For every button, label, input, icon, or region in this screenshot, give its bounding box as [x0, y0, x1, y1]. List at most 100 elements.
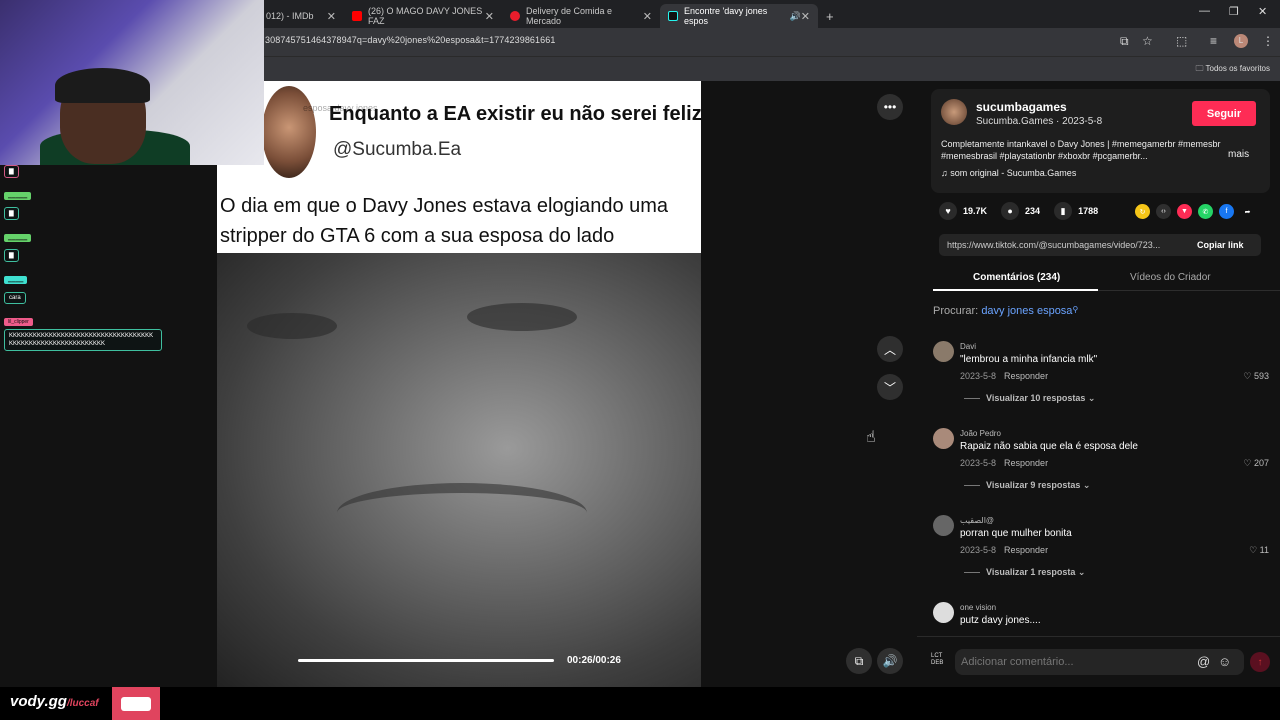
copy-link-button[interactable]: Copiar link [1197, 240, 1244, 250]
mention-icon[interactable]: @ [1197, 654, 1210, 669]
share-buttons: ↻ ‹› ▼ ✆ f ➦ [1135, 204, 1261, 219]
maximize-icon[interactable]: ❐ [1229, 5, 1239, 18]
comment-text: porran que mulher bonita [960, 528, 1072, 539]
tab-youtube[interactable]: (26) O MAGO DAVY JONES FAZ ✕ [344, 4, 502, 28]
tab-creator-videos[interactable]: Vídeos do Criador [1130, 272, 1211, 283]
chat-message: lil_clipper KKKKKKKKKKKKKKKKKKKKKKKKKKKK… [4, 310, 164, 351]
more-options-button[interactable]: ••• [877, 94, 903, 120]
video-frame-image [217, 253, 701, 687]
pip-button[interactable]: ⧉ [846, 648, 872, 674]
user-avatar-logo: LCT DEB [931, 653, 944, 666]
close-icon[interactable]: ✕ [801, 10, 810, 23]
video-player[interactable]: esposa davy jones Enquanto a EA existir … [217, 81, 701, 687]
author-username[interactable]: sucumbagames [976, 100, 1067, 114]
chat-user: lil_clipper [4, 318, 33, 326]
tab-tiktok[interactable]: Encontre 'davy jones espos 🔊 ✕ [660, 4, 818, 28]
comment-like-button[interactable]: ♡ 207 [1243, 458, 1269, 469]
new-tab-button[interactable]: + [818, 4, 840, 28]
reply-button[interactable]: Responder [1004, 545, 1048, 555]
comment-user[interactable]: João Pedro [960, 429, 1001, 438]
volume-button[interactable]: 🔊 [877, 648, 903, 674]
view-replies-button[interactable]: Visualizar 9 respostas ⌄ [964, 480, 1090, 491]
engagement-stats: ♥ 19.7K ● 234 ▮ 1788 [939, 202, 1112, 220]
chat-message: ▁▁▁▁▁ ▇ [4, 226, 164, 262]
comments-sidebar: sucumbagames Sucumba.Games · 2023-5-8 Se… [917, 81, 1280, 687]
chat-text: ▇ [4, 207, 19, 220]
comment-avatar[interactable] [933, 428, 954, 449]
sidebar-tabs: Comentários (234) Vídeos do Criador [933, 265, 1280, 291]
chat-user: ▁▁▁▁▁ [4, 234, 32, 242]
all-bookmarks-button[interactable]: 🗀 Todos os favoritos [1195, 63, 1270, 77]
install-app-icon[interactable]: ⧉ [1120, 34, 1129, 49]
view-replies-button[interactable]: Visualizar 10 respostas ⌄ [964, 393, 1095, 404]
send-comment-button[interactable]: ↑ [1250, 652, 1270, 672]
ifood-icon [510, 11, 520, 21]
tab-title: (26) O MAGO DAVY JONES FAZ [368, 6, 483, 26]
share-link-box: https://www.tiktok.com/@sucumbagames/vid… [939, 234, 1261, 256]
tab-title: 012) - IMDb [266, 11, 314, 21]
music-link[interactable]: ♫ som original - Sucumba.Games [941, 168, 1076, 178]
speaker-icon[interactable]: 🔊 [790, 11, 801, 22]
comment-user[interactable]: Davi [960, 342, 976, 351]
repost-icon[interactable]: ↻ [1135, 204, 1150, 219]
tab-comments[interactable]: Comentários (234) [973, 272, 1060, 283]
comment-like-count: 11 [1259, 545, 1269, 555]
comment-like-button[interactable]: ♡ 11 [1249, 545, 1269, 556]
chat-text: ▇ [4, 165, 19, 178]
stream-chat-overlay: ▇ ▁▁▁▁▁ ▇ ▁▁▁▁▁ ▇ ▁▁▁▁ cara lil_clipper … [4, 160, 164, 357]
next-video-button[interactable]: ﹀ [877, 374, 903, 400]
close-icon[interactable]: ✕ [485, 10, 494, 23]
view-replies-button[interactable]: Visualizar 1 resposta ⌄ [964, 567, 1085, 578]
send-icon[interactable]: ▼ [1177, 204, 1192, 219]
like-button[interactable]: ♥ 19.7K [939, 202, 987, 220]
comment-avatar[interactable] [933, 515, 954, 536]
author-card: sucumbagames Sucumba.Games · 2023-5-8 Se… [931, 89, 1270, 193]
chat-user: ▁▁▁▁▁ [4, 192, 32, 200]
url-text[interactable]: 308745751464378947q=davy%20jones%20espos… [265, 35, 555, 45]
brand-suffix: /luccaf [66, 698, 99, 709]
comment-user[interactable]: one vision [960, 603, 996, 612]
share-arrow-icon[interactable]: ➦ [1240, 204, 1255, 219]
tab-imdb[interactable]: 012) - IMDb ✕ [258, 4, 344, 28]
save-button[interactable]: ▮ 1788 [1054, 202, 1098, 220]
comment-search: Procurar: davy jones esposa⚲ [933, 305, 1078, 317]
profile-avatar[interactable]: L [1234, 34, 1248, 48]
search-label: Procurar: [933, 305, 979, 317]
comment-user[interactable]: الصقيب@ [960, 516, 994, 525]
media-icon[interactable]: ≡ [1210, 34, 1217, 48]
minimize-icon[interactable]: — [1199, 5, 1210, 17]
extensions-icon[interactable]: ⬚ [1176, 34, 1187, 48]
video-progress-bar[interactable] [298, 659, 554, 662]
menu-icon[interactable]: ⋮ [1262, 34, 1274, 48]
chat-message: ▁▁▁▁▁ ▇ [4, 184, 164, 220]
comment-avatar[interactable] [933, 341, 954, 362]
reply-button[interactable]: Responder [1004, 458, 1048, 468]
comment-like-button[interactable]: ♡ 593 [1243, 371, 1269, 382]
brand-logo: vody.gg/luccaf [10, 693, 99, 710]
like-count: 19.7K [963, 206, 988, 216]
previous-video-button[interactable]: ︿ [877, 336, 903, 362]
reply-button[interactable]: Responder [1004, 371, 1048, 381]
tab-ifood[interactable]: Delivery de Comida e Mercado ✕ [502, 4, 660, 28]
close-icon[interactable]: ✕ [327, 10, 336, 23]
author-avatar[interactable] [941, 99, 967, 125]
bookmark-star-icon[interactable]: ☆ [1142, 34, 1153, 48]
comment-text: putz davy jones.... [960, 615, 1041, 626]
close-icon[interactable]: ✕ [643, 10, 652, 23]
video-description: Completamente intankavel o Davy Jones | … [941, 139, 1221, 161]
facebook-icon[interactable]: f [1219, 204, 1234, 219]
search-query-link[interactable]: davy jones esposa [981, 305, 1072, 317]
comment-meta: 2023-5-8 Responder [960, 458, 1048, 468]
comment-button[interactable]: ● 234 [1001, 202, 1040, 220]
close-window-icon[interactable]: ✕ [1258, 5, 1267, 18]
follow-button[interactable]: Seguir [1192, 101, 1256, 126]
embed-icon[interactable]: ‹› [1156, 204, 1171, 219]
more-button[interactable]: mais [1228, 149, 1249, 160]
share-link-url[interactable]: https://www.tiktok.com/@sucumbagames/vid… [947, 240, 1183, 250]
chat-text: cara [4, 292, 26, 304]
whatsapp-icon[interactable]: ✆ [1198, 204, 1213, 219]
emoji-icon[interactable]: ☺ [1218, 654, 1231, 669]
heart-outline-icon: ♡ [1249, 545, 1260, 555]
comment-composer: LCT DEB @ ☺ ↑ [917, 636, 1280, 687]
comment-avatar[interactable] [933, 602, 954, 623]
